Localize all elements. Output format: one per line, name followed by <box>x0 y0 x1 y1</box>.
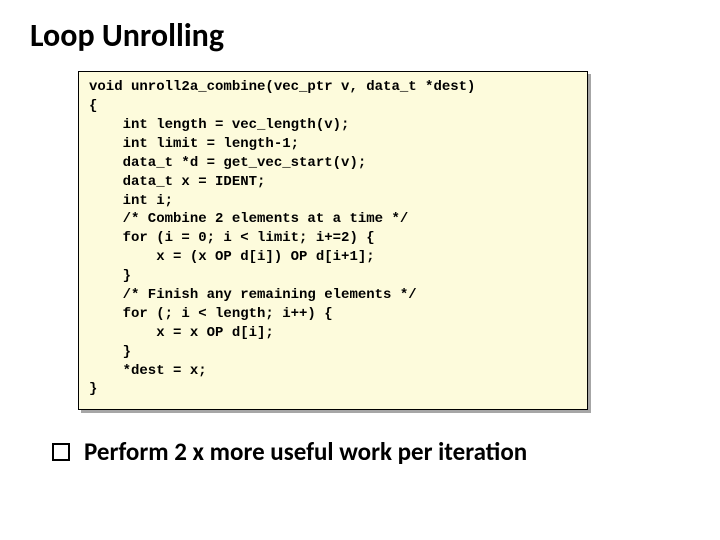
bullet-text: Perform 2 x more useful work per iterati… <box>84 438 527 466</box>
slide-title: Loop Unrolling <box>30 18 690 53</box>
slide: Loop Unrolling void unroll2a_combine(vec… <box>0 0 720 540</box>
code-block: void unroll2a_combine(vec_ptr v, data_t … <box>78 71 588 410</box>
code-content: void unroll2a_combine(vec_ptr v, data_t … <box>89 78 577 399</box>
square-bullet-icon <box>52 443 70 461</box>
bullet-item: Perform 2 x more useful work per iterati… <box>52 438 690 466</box>
